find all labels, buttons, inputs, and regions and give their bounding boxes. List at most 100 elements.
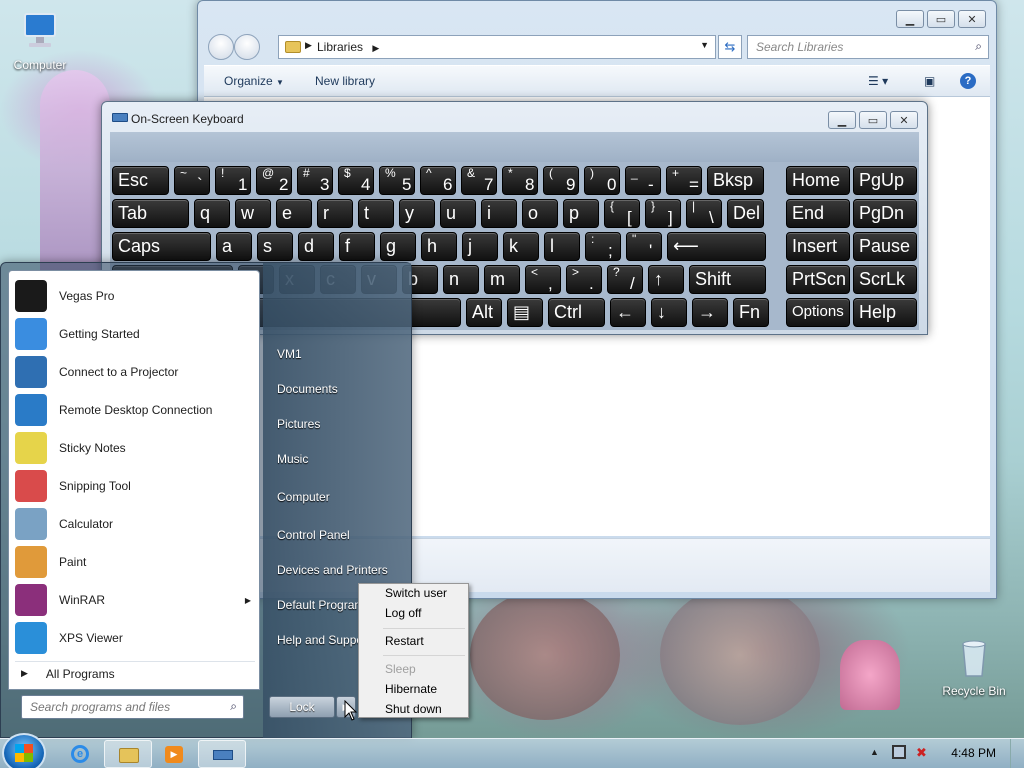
key-caps[interactable]: Caps — [112, 232, 211, 261]
key-l[interactable]: l — [544, 232, 580, 261]
key-q[interactable]: q — [194, 199, 230, 228]
taskbar-on-screen-keyboard[interactable] — [198, 740, 246, 768]
minimize-button[interactable]: ▁ — [896, 10, 924, 28]
lock-button[interactable]: Lock — [269, 696, 335, 718]
key-bksp[interactable]: Bksp — [707, 166, 764, 195]
key-prtscn[interactable]: PrtScn — [786, 265, 850, 294]
key-t[interactable]: t — [358, 199, 394, 228]
key-j[interactable]: j — [462, 232, 498, 261]
help-icon[interactable]: ? — [960, 73, 976, 89]
key-shift[interactable]: Shift — [689, 265, 766, 294]
places-item-pictures[interactable]: Pictures — [277, 417, 320, 431]
desktop-icon-computer[interactable]: Computer — [0, 12, 80, 72]
key-a[interactable]: a — [216, 232, 252, 261]
key-scrlk[interactable]: ScrLk — [853, 265, 917, 294]
key-insert[interactable]: Insert — [786, 232, 850, 261]
start-button[interactable] — [2, 733, 46, 768]
program-item[interactable]: Vegas Pro — [15, 279, 255, 313]
menu-item-hibernate[interactable]: Hibernate — [385, 682, 437, 696]
taskbar-internet-explorer[interactable]: e — [56, 740, 104, 768]
maximize-button[interactable]: ▭ — [927, 10, 955, 28]
places-item-vm1[interactable]: VM1 — [277, 347, 302, 361]
key-help[interactable]: Help — [853, 298, 917, 327]
back-button[interactable] — [208, 34, 234, 60]
places-item-control-panel[interactable]: Control Panel — [277, 528, 350, 542]
key-`[interactable]: ~ ` — [174, 166, 210, 195]
places-item-music[interactable]: Music — [277, 452, 308, 466]
key-9[interactable]: (9 — [543, 166, 579, 195]
key-'[interactable]: " ' — [626, 232, 662, 261]
key-h[interactable]: h — [421, 232, 457, 261]
key-1[interactable]: ! 1 — [215, 166, 251, 195]
key-end[interactable]: End — [786, 199, 850, 228]
key--[interactable]: _ - — [625, 166, 661, 195]
key-fn[interactable]: Fn — [733, 298, 769, 327]
key-←[interactable]: ← — [610, 298, 646, 327]
key-del[interactable]: Del — [727, 199, 764, 228]
key-→[interactable]: → — [692, 298, 728, 327]
program-item[interactable]: Calculator — [15, 507, 255, 541]
key-m[interactable]: m — [484, 265, 520, 294]
view-options-icon[interactable]: ☰ ▾ — [868, 74, 888, 88]
places-item-help-and-support[interactable]: Help and Support — [277, 633, 370, 647]
places-item-computer[interactable]: Computer — [277, 490, 330, 504]
program-item[interactable]: Sticky Notes — [15, 431, 255, 465]
minimize-button[interactable]: ▁ — [828, 111, 856, 129]
volume-muted-icon[interactable]: ✖ — [916, 745, 927, 761]
refresh-button[interactable]: ⇆ — [718, 35, 742, 59]
key-pause[interactable]: Pause — [853, 232, 917, 261]
key-backslash[interactable]: | \ — [686, 199, 722, 228]
key-r[interactable]: r — [317, 199, 353, 228]
address-dropdown-icon[interactable]: ▼ — [700, 40, 709, 50]
key-pgup[interactable]: PgUp — [853, 166, 917, 195]
all-programs-button[interactable]: ▶ All Programs — [15, 661, 255, 685]
key-0[interactable]: ) 0 — [584, 166, 620, 195]
key-2[interactable]: @2 — [256, 166, 292, 195]
key-home[interactable]: Home — [786, 166, 850, 195]
key-tab[interactable]: Tab — [112, 199, 189, 228]
show-desktop-button[interactable] — [1010, 739, 1024, 768]
maximize-button[interactable]: ▭ — [859, 111, 887, 129]
menu-item-log-off[interactable]: Log off — [385, 606, 421, 620]
key-g[interactable]: g — [380, 232, 416, 261]
places-item-documents[interactable]: Documents — [277, 382, 338, 396]
start-search-input[interactable]: Search programs and files ⌕ — [21, 695, 244, 719]
key-p[interactable]: p — [563, 199, 599, 228]
program-item[interactable]: Paint — [15, 545, 255, 579]
program-item[interactable]: XPS Viewer — [15, 621, 255, 655]
menu-item-restart[interactable]: Restart — [385, 634, 424, 648]
key-↓[interactable]: ↓ — [651, 298, 687, 327]
key-pgdn[interactable]: PgDn — [853, 199, 917, 228]
key-y[interactable]: y — [399, 199, 435, 228]
key-8[interactable]: * 8 — [502, 166, 538, 195]
program-item[interactable]: Connect to a Projector — [15, 355, 255, 389]
key-o[interactable]: o — [522, 199, 558, 228]
key-5[interactable]: % 5 — [379, 166, 415, 195]
key-k[interactable]: k — [503, 232, 539, 261]
key-f[interactable]: f — [339, 232, 375, 261]
system-clock[interactable]: 4:48 PM — [951, 746, 996, 760]
key-w[interactable]: w — [235, 199, 271, 228]
key-][interactable]: }] — [645, 199, 681, 228]
key-▤[interactable]: ▤ — [507, 298, 543, 327]
key-e[interactable]: e — [276, 199, 312, 228]
close-button[interactable]: ✕ — [890, 111, 918, 129]
taskbar-media-player[interactable]: ▶ — [150, 740, 198, 768]
key-/[interactable]: ? / — [607, 265, 643, 294]
key-i[interactable]: i — [481, 199, 517, 228]
show-hidden-icons-icon[interactable]: ▲ — [870, 747, 879, 757]
key-3[interactable]: #3 — [297, 166, 333, 195]
desktop-icon-recycle-bin[interactable]: Recycle Bin — [934, 638, 1014, 698]
key-↑[interactable]: ↑ — [648, 265, 684, 294]
menu-item-switch-user[interactable]: Switch user — [385, 586, 447, 600]
program-item[interactable]: Snipping Tool — [15, 469, 255, 503]
menu-item-shut-down[interactable]: Shut down — [385, 702, 442, 716]
key-;[interactable]: :; — [585, 232, 621, 261]
key-options[interactable]: Options — [786, 298, 850, 327]
key-ctrl[interactable]: Ctrl — [548, 298, 605, 327]
key-4[interactable]: $4 — [338, 166, 374, 195]
program-item[interactable]: WinRAR ▶ — [15, 583, 255, 617]
key-.[interactable]: >. — [566, 265, 602, 294]
key-n[interactable]: n — [443, 265, 479, 294]
key-6[interactable]: ^ 6 — [420, 166, 456, 195]
